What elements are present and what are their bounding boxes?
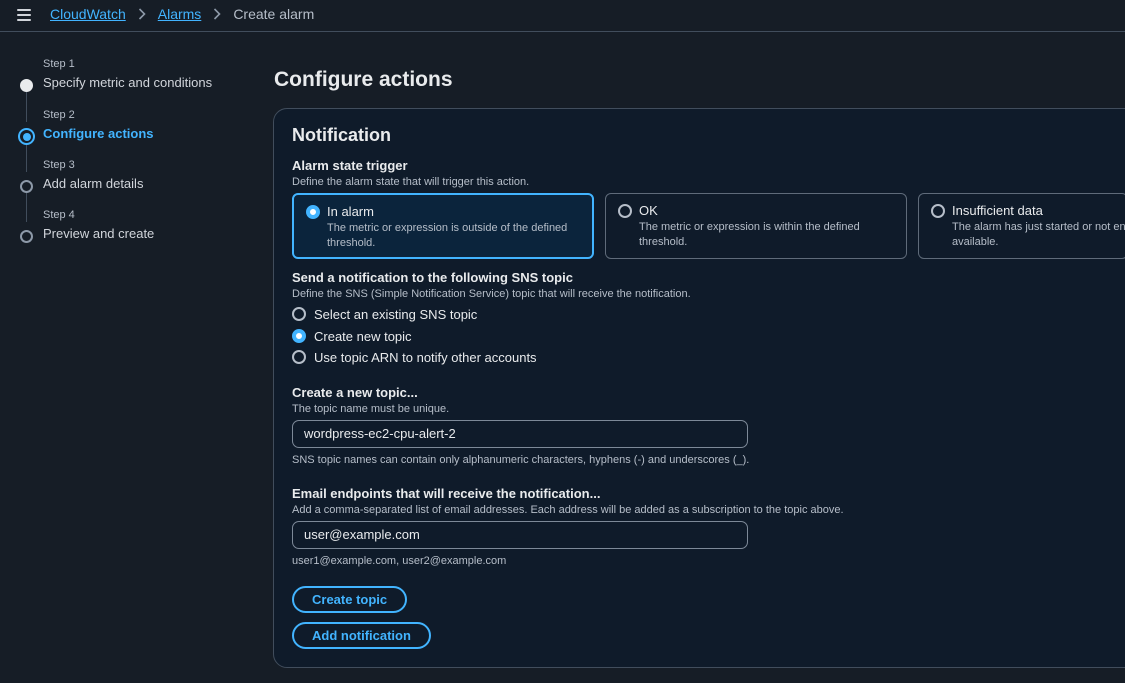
option-label: Create new topic [314, 328, 412, 344]
sns-topic-description: Define the SNS (Simple Notification Serv… [292, 288, 691, 300]
page-title: Configure actions [274, 68, 453, 91]
step-active-icon [18, 128, 35, 145]
email-endpoints-description: Add a comma-separated list of email addr… [292, 504, 844, 516]
radio-unselected-icon [292, 350, 306, 364]
panel-title: Notification [292, 125, 391, 145]
create-topic-button[interactable]: Create topic [292, 586, 408, 613]
alarm-state-trigger-label: Alarm state trigger [292, 158, 408, 173]
email-endpoints-hint: user1@example.com, user2@example.com [292, 555, 507, 567]
email-endpoints-input[interactable]: user@example.com [292, 521, 748, 549]
top-bar: CloudWatch Alarms Create alarm [0, 0, 1125, 32]
step-2: Step 2 Configure actions [0, 109, 250, 149]
step-pending-icon [20, 180, 33, 193]
notification-panel: Notification Alarm state trigger Define … [273, 108, 1125, 668]
new-topic-description: The topic name must be unique. [292, 403, 450, 415]
step-title[interactable]: Specify metric and conditions [43, 75, 212, 90]
hamburger-menu-icon[interactable] [17, 9, 31, 21]
sns-option-create-new[interactable]: Create new topic [292, 327, 412, 345]
tile-description: The metric or expression is within the d… [639, 221, 860, 248]
add-notification-button[interactable]: Add notification [292, 622, 431, 649]
chevron-right-icon [138, 8, 146, 20]
step-done-icon [20, 79, 33, 92]
step-3: Step 3 Add alarm details [0, 159, 250, 199]
topic-name-input[interactable]: wordpress-ec2-cpu-alert-2 [292, 420, 748, 448]
sns-option-topic-arn[interactable]: Use topic ARN to notify other accounts [292, 348, 537, 366]
step-label: Step 3 [43, 159, 75, 171]
trigger-tile-in-alarm[interactable]: In alarm The metric or expression is out… [292, 193, 594, 259]
radio-selected-icon [292, 329, 306, 343]
step-label: Step 1 [43, 58, 75, 70]
tile-title: Insufficient data [952, 203, 1043, 218]
trigger-tile-insufficient-data[interactable]: Insufficient data The alarm has just sta… [918, 193, 1125, 259]
step-4: Step 4 Preview and create [0, 209, 250, 249]
breadcrumb-alarms-link[interactable]: Alarms [158, 6, 202, 22]
tile-title: OK [639, 203, 658, 218]
breadcrumb-current: Create alarm [233, 6, 315, 22]
step-1: Step 1 Specify metric and conditions [0, 58, 250, 98]
new-topic-label: Create a new topic... [292, 385, 418, 400]
alarm-state-trigger-description: Define the alarm state that will trigger… [292, 176, 530, 188]
topic-name-hint: SNS topic names can contain only alphanu… [292, 454, 750, 466]
option-label: Use topic ARN to notify other accounts [314, 349, 537, 365]
step-title: Add alarm details [43, 176, 144, 191]
trigger-tile-ok[interactable]: OK The metric or expression is within th… [605, 193, 907, 259]
radio-unselected-icon [292, 307, 306, 321]
tile-description: The metric or expression is outside of t… [327, 222, 568, 249]
radio-selected-icon [306, 205, 320, 219]
breadcrumb: CloudWatch Alarms Create alarm [50, 6, 314, 22]
step-pending-icon [20, 230, 33, 243]
step-label: Step 2 [43, 109, 75, 121]
tile-title: In alarm [327, 204, 374, 219]
option-label: Select an existing SNS topic [314, 306, 478, 322]
chevron-right-icon [213, 8, 221, 20]
step-title: Preview and create [43, 226, 155, 241]
tile-description: The alarm has just started or not enough… [952, 221, 1125, 248]
radio-unselected-icon [618, 204, 632, 218]
email-endpoints-label: Email endpoints that will receive the no… [292, 486, 601, 501]
step-title: Configure actions [43, 126, 154, 141]
sns-option-existing[interactable]: Select an existing SNS topic [292, 305, 477, 323]
sns-topic-label: Send a notification to the following SNS… [292, 270, 573, 285]
radio-unselected-icon [931, 204, 945, 218]
breadcrumb-cloudwatch-link[interactable]: CloudWatch [50, 6, 126, 22]
step-label: Step 4 [43, 209, 75, 221]
